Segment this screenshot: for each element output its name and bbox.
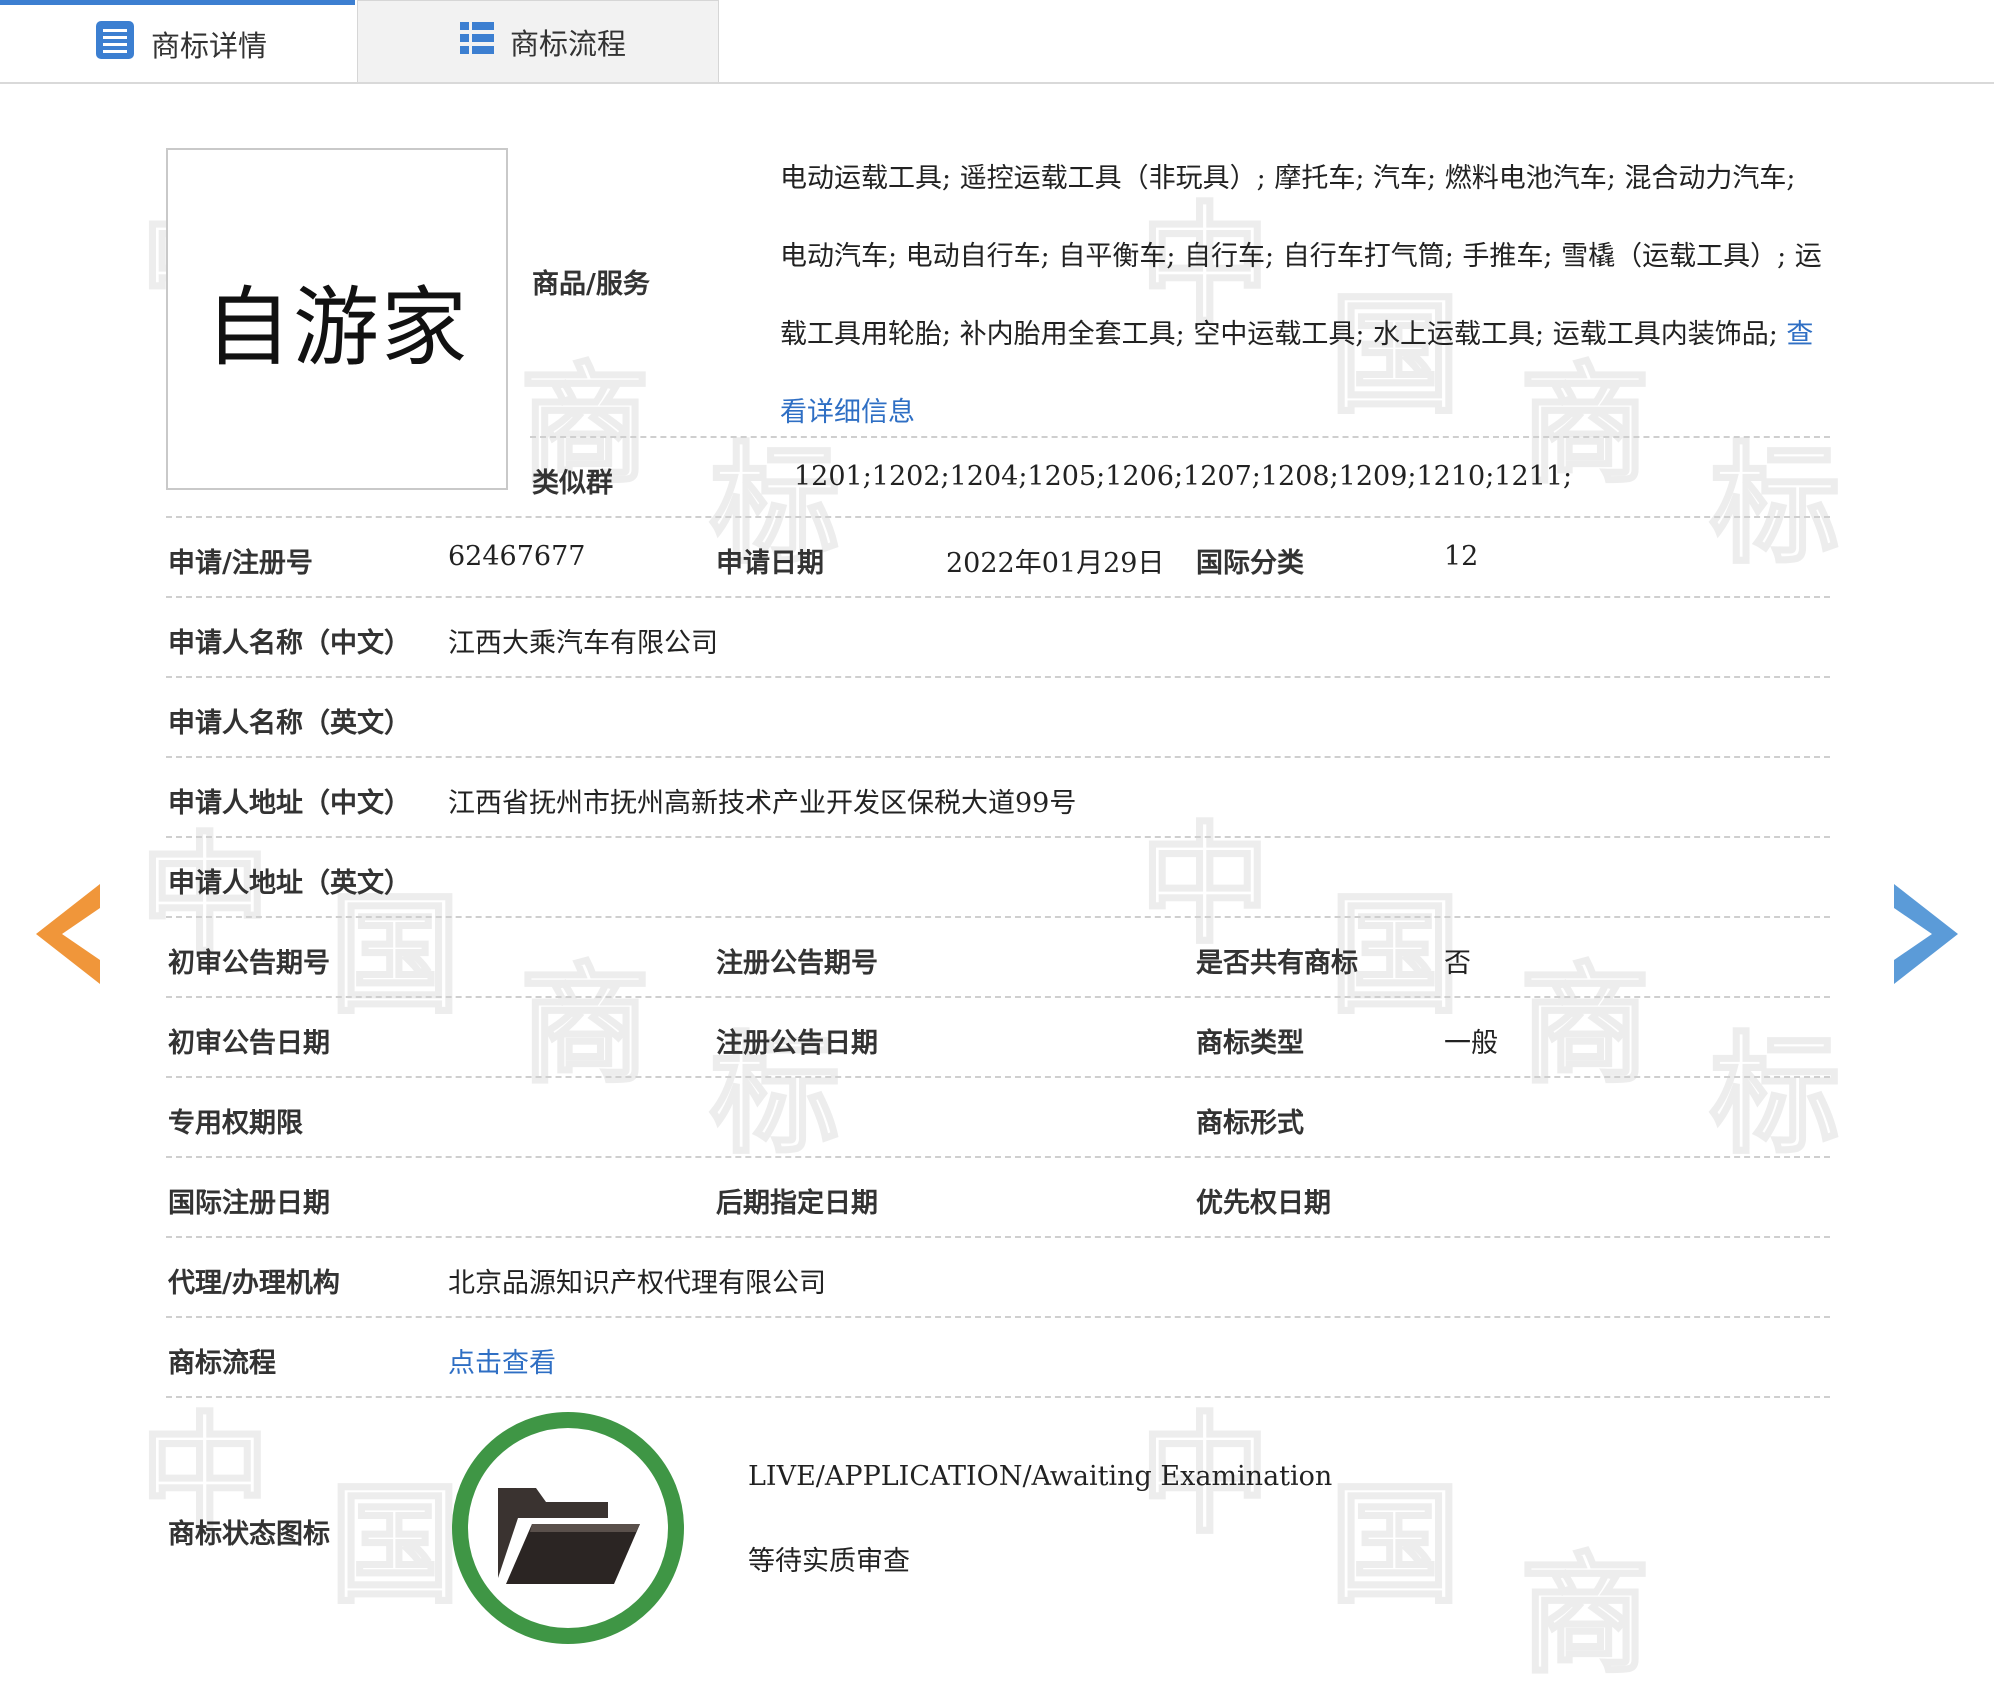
applicant-cn-value: 江西大乘汽车有限公司 [448,628,718,659]
divider [530,436,1830,438]
reg-date-label: 注册公告日期 [716,1028,878,1059]
divider [166,1236,1830,1238]
divider [166,1396,1830,1398]
divider [166,596,1830,598]
trademark-logo-text: 自游家 [205,277,469,378]
intl-class-value: 12 [1444,541,1479,572]
divider [166,836,1830,838]
divider [166,516,1830,518]
prelim-date-label: 初审公告日期 [168,1028,330,1059]
trademark-image: 自游家 [166,148,508,490]
tab-trademark-flow[interactable]: 商标流程 [357,0,719,82]
reg-issue-label: 注册公告期号 [716,948,878,979]
goods-services-text: 电动运载工具; 遥控运载工具（非玩具）; 摩托车; 汽车; 燃料电池汽车; 混合… [780,140,1830,452]
flow-label: 商标流程 [168,1348,276,1379]
agent-value: 北京品源知识产权代理有限公司 [448,1268,826,1299]
divider [166,756,1830,758]
similar-group-value: 1201;1202;1204;1205;1206;1207;1208;1209;… [794,461,1573,492]
later-date-label: 后期指定日期 [716,1188,878,1219]
next-button[interactable] [1892,884,1958,984]
type-label: 商标类型 [1196,1028,1304,1059]
address-cn-value: 江西省抚州市抚州高新技术产业开发区保税大道99号 [448,788,1077,819]
shared-label: 是否共有商标 [1196,948,1358,979]
tab-bar: 商标详情 商标流程 [0,0,1994,84]
intl-reg-date-label: 国际注册日期 [168,1188,330,1219]
list-icon [460,21,494,62]
prelim-issue-label: 初审公告期号 [168,948,330,979]
divider [166,916,1830,918]
status-en: LIVE/APPLICATION/Awaiting Examination [748,1461,1333,1492]
similar-group-label: 类似群 [532,468,613,499]
address-cn-label: 申请人地址（中文） [168,788,411,819]
intl-class-label: 国际分类 [1196,548,1304,579]
status-label: 商标状态图标 [168,1519,330,1550]
form-label: 商标形式 [1196,1108,1304,1139]
reg-no-value: 62467677 [448,541,586,572]
divider [166,996,1830,998]
divider [166,1076,1830,1078]
applicant-en-label: 申请人名称（英文） [168,708,411,739]
status-cn: 等待实质审查 [748,1546,910,1577]
agent-label: 代理/办理机构 [168,1268,340,1299]
reg-no-label: 申请/注册号 [168,548,313,579]
arrow-left-icon [36,884,100,984]
priority-label: 优先权日期 [1196,1188,1331,1219]
divider [166,1156,1830,1158]
arrow-right-icon [1894,884,1958,984]
divider [166,676,1830,678]
apply-date-value: 2022年01月29日 [946,548,1165,579]
tab-label: 商标流程 [510,26,627,61]
folder-open-icon [452,1412,684,1644]
goods-services-list: 电动运载工具; 遥控运载工具（非玩具）; 摩托车; 汽车; 燃料电池汽车; 混合… [780,163,1822,350]
goods-services-label: 商品/服务 [532,269,650,300]
type-value: 一般 [1444,1028,1498,1059]
apply-date-label: 申请日期 [716,548,824,579]
prev-button[interactable] [36,884,102,984]
document-list-icon [95,20,135,67]
divider [166,1316,1830,1318]
status-icon [448,1408,688,1648]
exclusive-label: 专用权期限 [168,1108,303,1139]
shared-value: 否 [1444,948,1471,979]
tab-trademark-details[interactable]: 商标详情 [0,0,355,82]
address-en-label: 申请人地址（英文） [168,868,411,899]
flow-link[interactable]: 点击查看 [448,1341,556,1380]
applicant-cn-label: 申请人名称（中文） [168,628,411,659]
tab-label: 商标详情 [151,28,268,63]
